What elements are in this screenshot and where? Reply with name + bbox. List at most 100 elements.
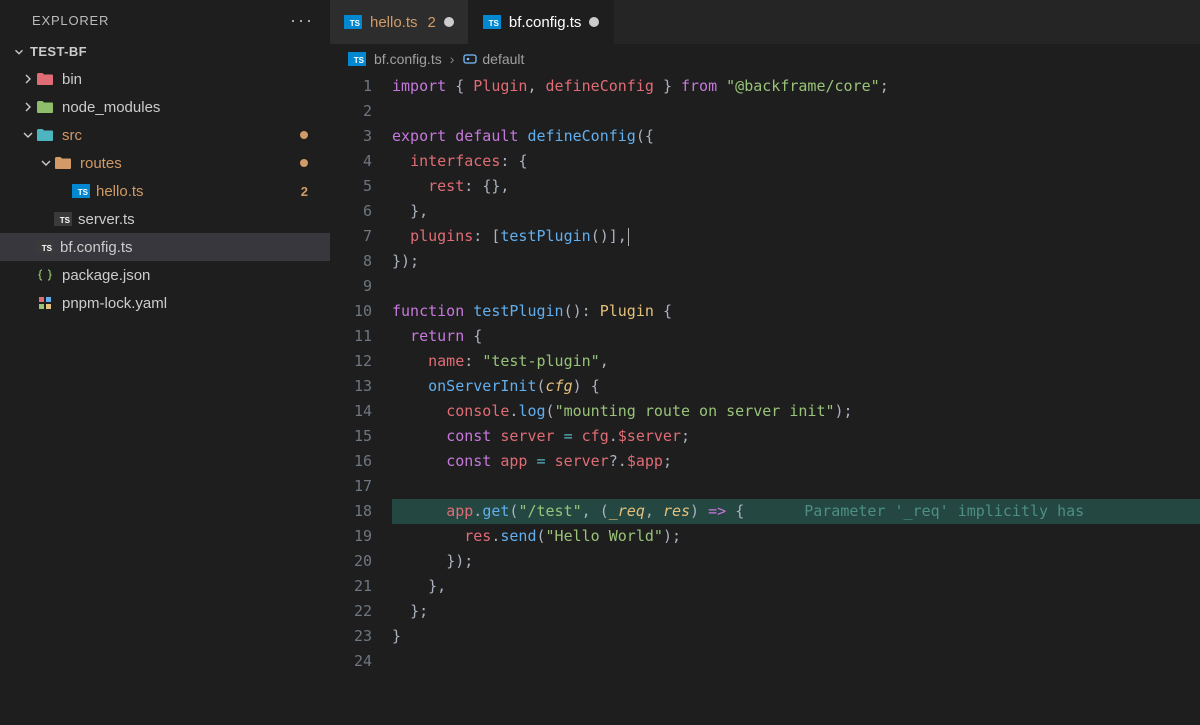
tree-item-node_modules[interactable]: node_modules [0,93,330,121]
json-file-icon [36,267,54,283]
code-line[interactable] [392,99,1200,124]
code-line[interactable]: }, [392,199,1200,224]
code-line[interactable]: res.send("Hello World"); [392,524,1200,549]
line-number: 23 [330,624,372,649]
line-number: 2 [330,99,372,124]
folder-icon [36,71,54,87]
code-line[interactable]: app.get("/test", (_req, res) => {Paramet… [392,499,1200,524]
code-line[interactable]: function testPlugin(): Plugin { [392,299,1200,324]
line-number: 16 [330,449,372,474]
line-number: 17 [330,474,372,499]
code-line[interactable]: }); [392,549,1200,574]
line-gutter: 123456789101112131415161718192021222324 [330,74,392,725]
editor-area: TS hello.ts 2 TS bf.config.ts TS bf.config.t… [330,0,1200,725]
file-tree: binnode_modulessrcroutesTShello.ts2TSser… [0,63,330,319]
tab-label: hello.ts [370,14,418,31]
folder-icon [54,155,72,171]
tree-item-label: pnpm-lock.yaml [62,295,320,312]
code-line[interactable]: return { [392,324,1200,349]
explorer-title: EXPLORER [32,13,109,28]
code-line[interactable]: }, [392,574,1200,599]
code-line[interactable]: const server = cfg.$server; [392,424,1200,449]
line-number: 10 [330,299,372,324]
line-number: 8 [330,249,372,274]
code-line[interactable]: console.log("mounting route on server in… [392,399,1200,424]
explorer-header: EXPLORER ··· [0,0,330,40]
line-number: 5 [330,174,372,199]
tree-item-label: bin [62,71,320,88]
breadcrumb-file[interactable]: bf.config.ts [374,51,442,67]
line-number: 15 [330,424,372,449]
line-number: 21 [330,574,372,599]
code-line[interactable]: onServerInit(cfg) { [392,374,1200,399]
tree-item-bin[interactable]: bin [0,65,330,93]
line-number: 11 [330,324,372,349]
code-line[interactable] [392,474,1200,499]
code-line[interactable]: plugins: [testPlugin()], [392,224,1200,249]
explorer-sidebar: EXPLORER ··· TEST-BF bin node_modulessrc r… [0,0,330,725]
tree-item-label: node_modules [62,99,320,116]
code-line[interactable]: const app = server?.$app; [392,449,1200,474]
chevron-down-icon [38,157,54,169]
breadcrumb-symbol[interactable]: default [462,51,524,67]
chevron-right-icon: › [450,51,455,67]
tree-item-label: src [62,127,300,144]
chevron-down-icon [20,129,36,141]
folder-section-header[interactable]: TEST-BF [0,40,330,63]
code-editor[interactable]: 123456789101112131415161718192021222324 … [330,74,1200,725]
line-number: 14 [330,399,372,424]
line-number: 13 [330,374,372,399]
code-line[interactable]: import { Plugin, defineConfig } from "@b… [392,74,1200,99]
tab-hello-ts[interactable]: TShello.ts2 [330,0,469,44]
yaml-file-icon [36,295,54,311]
tree-item-label: package.json [62,267,320,284]
code-line[interactable]: }); [392,249,1200,274]
code-line[interactable]: }; [392,599,1200,624]
code-line[interactable]: export default defineConfig({ [392,124,1200,149]
tree-item-server-ts[interactable]: TSserver.ts [0,205,330,233]
more-actions-icon[interactable]: ··· [290,10,314,31]
tree-item-package-json[interactable]: package.json [0,261,330,289]
line-number: 3 [330,124,372,149]
breadcrumb[interactable]: TS bf.config.ts › default [330,44,1200,74]
code-line[interactable]: name: "test-plugin", [392,349,1200,374]
ts-file-icon: TS [344,15,362,29]
ts-file-icon: TS [348,52,366,66]
tree-item-bf-config-ts[interactable]: TS bf.config.ts [0,233,330,261]
tree-item-label: bf.config.ts [60,239,320,256]
chevron-right-icon [20,73,36,85]
tree-item-label: routes [80,155,300,172]
modified-dot-icon [300,159,308,167]
problem-count-badge: 2 [301,184,320,199]
line-number: 4 [330,149,372,174]
folder-icon [36,99,54,115]
tree-item-pnpm-lock-yaml[interactable]: pnpm-lock.yaml [0,289,330,317]
line-number: 18 [330,499,372,524]
dirty-indicator-icon[interactable] [589,17,599,27]
symbol-icon [462,51,478,67]
ts-file-icon: TS [483,15,501,29]
chevron-down-icon [12,45,26,59]
code-line[interactable]: rest: {}, [392,174,1200,199]
tree-item-hello-ts[interactable]: TShello.ts2 [0,177,330,205]
code-line[interactable]: } [392,624,1200,649]
folder-icon [36,127,54,143]
code-content[interactable]: import { Plugin, defineConfig } from "@b… [392,74,1200,725]
editor-tabs: TShello.ts2TSbf.config.ts [330,0,1200,44]
ts-file-icon: TS [36,240,54,254]
tree-item-routes[interactable]: routes [0,149,330,177]
code-line[interactable] [392,649,1200,674]
line-number: 9 [330,274,372,299]
code-line[interactable] [392,274,1200,299]
code-line[interactable]: interfaces: { [392,149,1200,174]
tab-label: bf.config.ts [509,14,582,31]
tree-item-label: hello.ts [96,183,301,200]
line-number: 12 [330,349,372,374]
tab-bf-config-ts[interactable]: TS bf.config.ts [469,0,615,44]
modified-dot-icon [300,131,308,139]
line-number: 7 [330,224,372,249]
dirty-indicator-icon[interactable] [444,17,454,27]
line-number: 19 [330,524,372,549]
tree-item-src[interactable]: src [0,121,330,149]
line-number: 24 [330,649,372,674]
